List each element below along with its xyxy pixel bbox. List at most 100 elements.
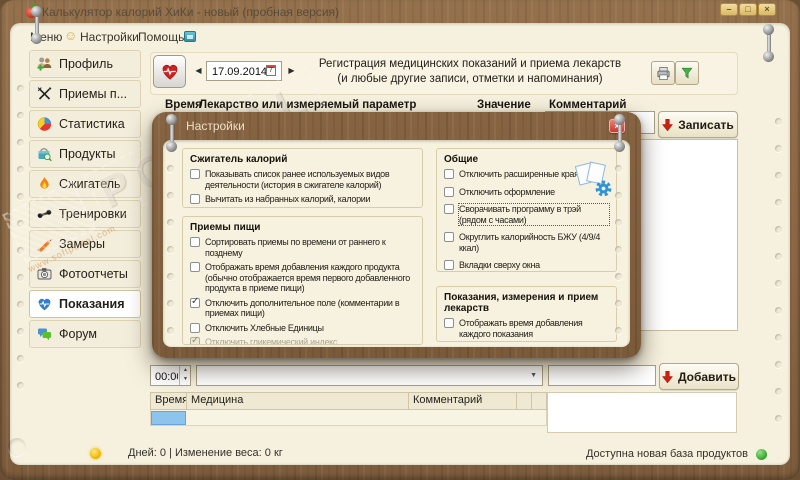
checkbox-label: Отключить дополнительное поле (комментар… (205, 297, 400, 319)
basket-icon (38, 148, 52, 162)
entry-comment-input[interactable] (548, 365, 656, 386)
bottom-col-comment[interactable]: Комментарий (408, 392, 517, 410)
chk-sort-meals-by-time[interactable]: Сортировать приемы по времени от раннего… (190, 237, 415, 258)
sidebar-item-measurements[interactable]: Замеры (29, 230, 141, 258)
deco-dot (17, 220, 24, 227)
minimize-button[interactable]: – (720, 3, 738, 16)
deco-dot (17, 139, 24, 146)
chk-show-reading-add-time[interactable]: Отображать время добавления каждого пока… (444, 318, 609, 339)
sidebar-item-forum[interactable]: Форум (29, 320, 141, 348)
checkbox[interactable] (444, 169, 454, 179)
spin-down-icon[interactable]: ▼ (180, 375, 191, 384)
close-button[interactable]: × (758, 3, 776, 16)
deco-dot (17, 166, 24, 173)
checkbox[interactable] (190, 322, 200, 333)
fork-knife-icon (37, 87, 52, 100)
checkbox[interactable] (190, 335, 200, 344)
next-day-button[interactable]: ▶ (285, 62, 298, 80)
chk-minimize-to-tray[interactable]: Сворачивать программу в трэй (рядом с ча… (444, 203, 610, 226)
checkbox[interactable] (190, 237, 200, 247)
app-logo-apple-icon (26, 7, 37, 18)
sidebar-item-label: Приемы п... (59, 87, 128, 101)
deco-dot (775, 307, 782, 314)
checkbox-label: Отображать время добавления каждого пока… (459, 318, 583, 339)
col-header-value: Значение (477, 99, 531, 111)
pencil-icon (37, 239, 52, 252)
sidebar-item-workouts[interactable]: Тренировки (29, 200, 141, 228)
sidebar-item-profile[interactable]: Профиль (29, 50, 141, 78)
calendar-menu-icon[interactable] (184, 31, 196, 42)
deco-dot (615, 246, 622, 253)
menu-item-menu[interactable]: Меню (30, 30, 62, 44)
page-title-line1: Регистрация медицинских показаний и прие… (318, 58, 622, 70)
add-button[interactable]: Добавить (659, 363, 739, 390)
group-readings-medicines: Показания, измерения и прием лекарств От… (436, 286, 617, 342)
group-title: Приемы пищи (190, 222, 261, 233)
gear-papers-icon (574, 161, 612, 197)
menu-item-settings[interactable]: Настройки (80, 30, 139, 44)
checkbox-label: Отключить Хлебные Единицы (205, 322, 324, 333)
deco-dot (615, 327, 622, 334)
medicine-combobox[interactable]: ▼ (196, 365, 543, 386)
checkbox[interactable] (444, 260, 454, 270)
deco-dot (775, 226, 782, 233)
group-meals: Приемы пищи Сортировать приемы по времен… (182, 216, 423, 345)
dialog-close-button[interactable]: × (609, 119, 625, 133)
deco-dot (17, 382, 24, 389)
selected-cell[interactable] (151, 411, 186, 425)
checkbox[interactable] (444, 232, 454, 242)
sidebar-item-label: Форум (59, 327, 97, 341)
chk-tabs-on-top[interactable]: Вкладки сверху окна (444, 260, 609, 271)
chk-disable-bread-units[interactable]: Отключить Хлебные Единицы (190, 322, 415, 334)
sidebar-item-burner[interactable]: Сжигатель (29, 170, 141, 198)
date-calendar-icon[interactable] (266, 65, 276, 76)
chk-round-bju-calories[interactable]: Округлить калорийность БЖУ (4/9/4 ккал) (444, 232, 609, 253)
checkbox[interactable] (444, 318, 454, 328)
sidebar-item-label: Замеры (59, 237, 105, 251)
checkbox[interactable] (190, 194, 200, 204)
sidebar-item-label: Фотоотчеты (59, 267, 128, 281)
bottom-col-extra2[interactable] (531, 392, 547, 410)
sidebar-item-photo-reports[interactable]: Фотоотчеты (29, 260, 141, 288)
print-button[interactable] (651, 61, 675, 85)
filter-button[interactable] (675, 61, 699, 85)
deco-dot (615, 300, 622, 307)
deco-dot (167, 300, 174, 307)
pie-chart-icon (37, 117, 52, 131)
chk-show-activity-history[interactable]: Показывать список ранее используемых вид… (190, 169, 415, 190)
add-button-label: Добавить (677, 369, 737, 384)
save-button[interactable]: Записать (658, 111, 738, 138)
sidebar-item-readings[interactable]: Показания (29, 290, 141, 318)
chk-disable-extra-field[interactable]: Отключить дополнительное поле (комментар… (190, 296, 415, 319)
spin-up-icon[interactable]: ▲ (180, 366, 191, 375)
chk-disable-glycemic-index[interactable]: Отключить гликемический индекс (190, 335, 415, 344)
table-row[interactable] (150, 410, 547, 426)
deco-dot (17, 328, 24, 335)
bottom-col-time[interactable]: Время (150, 392, 188, 410)
menu-item-help[interactable]: Помощь (138, 30, 184, 44)
page-title: Регистрация медицинских показаний и прие… (305, 57, 635, 87)
heart-pulse-icon (162, 64, 177, 80)
checkbox[interactable] (190, 169, 200, 179)
chk-subtract-burned-calories[interactable]: Вычитать из набранных калорий, калории п… (190, 194, 415, 207)
checkbox[interactable] (444, 186, 454, 197)
prev-day-button[interactable]: ◀ (192, 62, 205, 80)
chevron-down-icon[interactable]: ▼ (530, 372, 537, 379)
checkbox[interactable] (444, 204, 454, 214)
sidebar-item-meals[interactable]: Приемы п... (29, 80, 141, 108)
time-spinner-buttons[interactable]: ▲ ▼ (179, 366, 191, 385)
sidebar-item-statistics[interactable]: Статистика (29, 110, 141, 138)
checkbox[interactable] (190, 296, 200, 308)
bottom-col-medicine[interactable]: Медицина (186, 392, 409, 410)
deco-dot (615, 192, 622, 199)
checkbox[interactable] (190, 262, 200, 272)
update-available-icon[interactable] (756, 449, 767, 460)
sidebar-item-products[interactable]: Продукты (29, 140, 141, 168)
filter-funnel-icon (681, 67, 693, 79)
readings-heart-button[interactable] (153, 55, 186, 88)
sun-icon (90, 448, 101, 459)
bottom-col-extra1[interactable] (516, 392, 532, 410)
printer-icon (657, 66, 669, 80)
chk-show-product-add-time[interactable]: Отображать время добавления каждого прод… (190, 262, 415, 294)
maximize-button[interactable]: □ (739, 3, 757, 16)
